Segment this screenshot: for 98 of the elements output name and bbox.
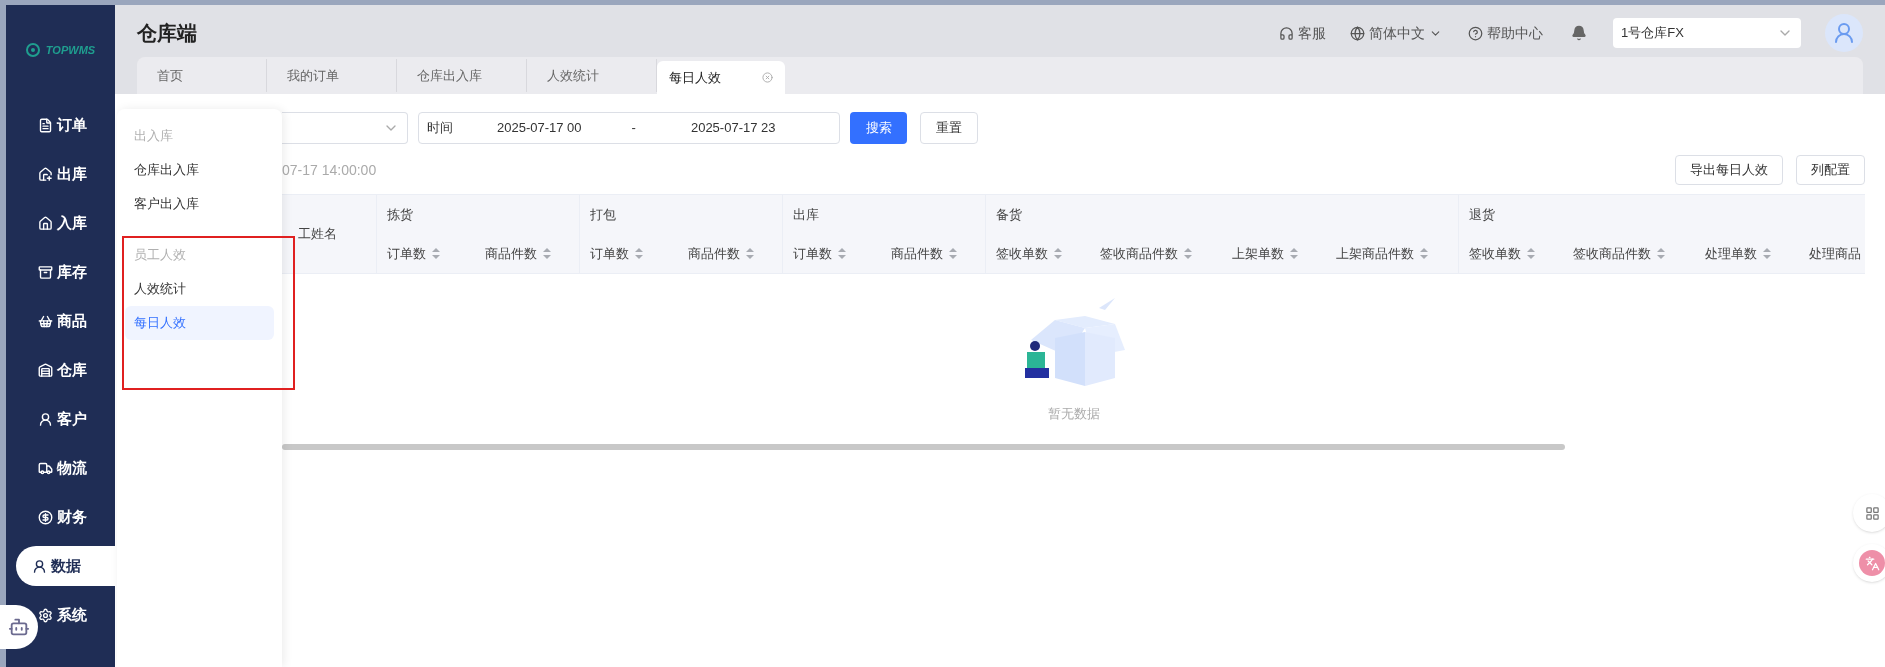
column-header[interactable]: 订单数: [580, 234, 678, 273]
document-icon: [38, 117, 53, 133]
avatar[interactable]: [1825, 14, 1863, 52]
sort-icon[interactable]: [1527, 248, 1535, 260]
logo-text: TOPWMS: [45, 42, 96, 58]
column-header[interactable]: 处理商品: [1799, 234, 1865, 273]
service-link[interactable]: 客服: [1279, 22, 1326, 44]
column-header: 工姓名: [298, 225, 337, 244]
column-group-header: 出库: [793, 206, 819, 224]
truck-icon: [38, 460, 53, 476]
sort-icon[interactable]: [1420, 248, 1428, 260]
column-header[interactable]: 处理单数: [1695, 234, 1799, 273]
action-button[interactable]: 列配置: [1796, 155, 1865, 185]
sort-icon[interactable]: [1184, 248, 1192, 260]
close-icon[interactable]: [762, 72, 773, 83]
sort-icon[interactable]: [838, 248, 846, 260]
translate-icon: [1864, 555, 1880, 571]
column-header[interactable]: 上架单数: [1222, 234, 1326, 273]
field-label: 时间: [427, 119, 453, 138]
floating-button[interactable]: [1853, 494, 1885, 532]
column-group-header: 拣货: [387, 206, 413, 224]
help-icon: [1468, 25, 1483, 41]
reset-button[interactable]: 重置: [920, 112, 978, 144]
grid-icon: [1864, 505, 1880, 521]
sidebar-item[interactable]: 出库: [38, 154, 87, 194]
sort-icon[interactable]: [635, 248, 643, 260]
column-header[interactable]: 签收单数: [986, 234, 1090, 273]
select-field[interactable]: [282, 112, 408, 144]
column-header[interactable]: 签收单数: [1459, 234, 1563, 273]
column-header[interactable]: 商品件数: [475, 234, 579, 273]
robot-icon: [8, 616, 30, 638]
coin-icon: [38, 509, 53, 525]
tab[interactable]: 我的订单: [267, 59, 397, 92]
sort-icon[interactable]: [432, 248, 440, 260]
menu-item[interactable]: 仓库出入库: [125, 153, 274, 187]
user-icon: [1832, 21, 1856, 45]
headset-icon: [1279, 25, 1294, 41]
empty-text: 暂无数据: [1047, 405, 1100, 424]
archive-icon: [38, 264, 53, 280]
sort-icon[interactable]: [949, 248, 957, 260]
sidebar-item[interactable]: 商品: [38, 301, 87, 341]
language-dropdown[interactable]: 简体中文: [1350, 22, 1442, 44]
menu-group-title: 员工人效: [134, 246, 186, 265]
column-header[interactable]: 商品件数: [678, 234, 782, 273]
warehouse-select[interactable]: 1号仓库FX: [1613, 18, 1801, 48]
menu-item[interactable]: 每日人效: [125, 306, 274, 340]
column-group-header: 退货: [1469, 206, 1495, 224]
sort-icon[interactable]: [543, 248, 551, 260]
tab[interactable]: 首页: [137, 59, 267, 92]
house-plus-icon: [38, 166, 53, 182]
column-header[interactable]: 签收商品件数: [1563, 234, 1695, 273]
sort-icon[interactable]: [1763, 248, 1771, 260]
sidebar-item[interactable]: 客户: [38, 399, 87, 439]
end-time: 2025-07-17 23: [690, 119, 776, 138]
user-icon: [38, 411, 53, 427]
bell-icon[interactable]: [1571, 25, 1587, 41]
search-button[interactable]: 搜索: [850, 112, 907, 144]
sidebar-item[interactable]: 仓库: [38, 350, 87, 390]
time-range-field[interactable]: 时间 2025-07-17 00 - 2025-07-17 23: [418, 112, 840, 144]
start-time: 2025-07-17 00: [497, 119, 582, 138]
timestamp-text: 07-17 14:00:00: [282, 160, 377, 180]
sort-icon[interactable]: [1054, 248, 1062, 260]
logo-icon: [25, 43, 42, 57]
column-header[interactable]: 上架商品件数: [1326, 234, 1458, 273]
settings-icon: [38, 607, 53, 623]
column-header[interactable]: 订单数: [377, 234, 475, 273]
column-header[interactable]: 签收商品件数: [1090, 234, 1222, 273]
menu-item[interactable]: 人效统计: [125, 272, 274, 306]
sort-icon[interactable]: [1657, 248, 1665, 260]
sidebar-item[interactable]: 订单: [38, 105, 87, 145]
assistant-button[interactable]: [0, 605, 38, 649]
menu-item[interactable]: 客户出入库: [125, 187, 274, 221]
sidebar-item[interactable]: 库存: [38, 252, 87, 292]
sidebar-item[interactable]: 入库: [38, 203, 87, 243]
column-group-header: 打包: [590, 206, 616, 224]
action-button[interactable]: 导出每日人效: [1675, 155, 1783, 185]
column-header[interactable]: 订单数: [783, 234, 881, 273]
globe-icon: [1350, 25, 1365, 41]
column-group-header: 备货: [996, 206, 1022, 224]
range-separator: -: [631, 119, 636, 138]
page-title: 仓库端: [137, 21, 197, 46]
basket-icon: [38, 313, 53, 329]
warehouse-icon: [38, 362, 53, 378]
sidebar-item[interactable]: 系统: [38, 595, 87, 635]
column-header[interactable]: 商品件数: [881, 234, 985, 273]
sidebar-item[interactable]: 财务: [38, 497, 87, 537]
translate-button[interactable]: [1853, 544, 1885, 582]
sidebar-item[interactable]: 数据: [16, 546, 115, 586]
scrollbar[interactable]: [282, 444, 1565, 450]
house-icon: [38, 215, 53, 231]
help-link[interactable]: 帮助中心: [1468, 22, 1543, 44]
sort-icon[interactable]: [746, 248, 754, 260]
sort-icon[interactable]: [1290, 248, 1298, 260]
user-icon: [32, 558, 47, 574]
menu-group-title: 出入库: [134, 127, 173, 146]
sidebar-item[interactable]: 物流: [38, 448, 87, 488]
tab[interactable]: 仓库出入库: [397, 59, 527, 92]
tab[interactable]: 每日人效: [657, 61, 785, 94]
